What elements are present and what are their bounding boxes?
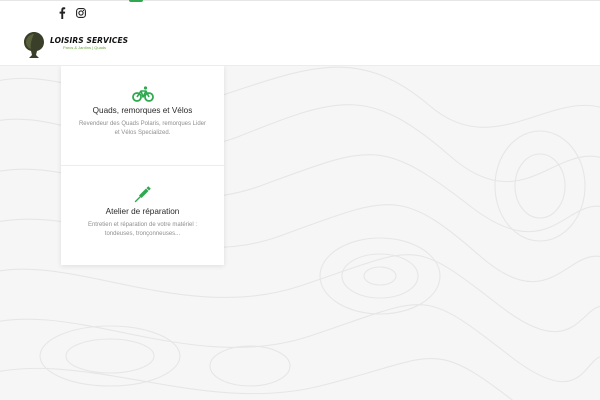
logo-name: LOISIRS SERVICES [50, 36, 129, 45]
tree-logo-icon [24, 32, 44, 58]
service-title: Atelier de réparation [105, 207, 180, 216]
bicycle-icon [131, 86, 154, 102]
top-accent-tab [129, 0, 143, 2]
service-description: Revendeur des Quads Polaris, remorques L… [78, 121, 207, 136]
service-description: Entretien et réparation de votre matérie… [87, 222, 198, 237]
site-header: LOISIRS SERVICES Parcs & Jardins | Quads [0, 0, 600, 66]
service-title: Quads, remorques et Vélos [92, 106, 193, 115]
screwdriver-icon [134, 186, 151, 203]
top-border [0, 0, 600, 1]
services-card: Quads, remorques et Vélos Revendeur des … [61, 66, 224, 265]
logo-tagline: Parcs & Jardins | Quads [63, 45, 107, 50]
social-links [58, 6, 86, 20]
facebook-icon [59, 7, 66, 19]
instagram-icon [76, 8, 86, 18]
service-item-quads[interactable]: Quads, remorques et Vélos Revendeur des … [61, 66, 224, 166]
site-logo[interactable]: LOISIRS SERVICES Parcs & Jardins | Quads [22, 31, 128, 59]
facebook-link[interactable] [58, 7, 66, 19]
service-item-repair[interactable]: Atelier de réparation Entretien et répar… [61, 166, 224, 265]
instagram-link[interactable] [76, 8, 86, 18]
